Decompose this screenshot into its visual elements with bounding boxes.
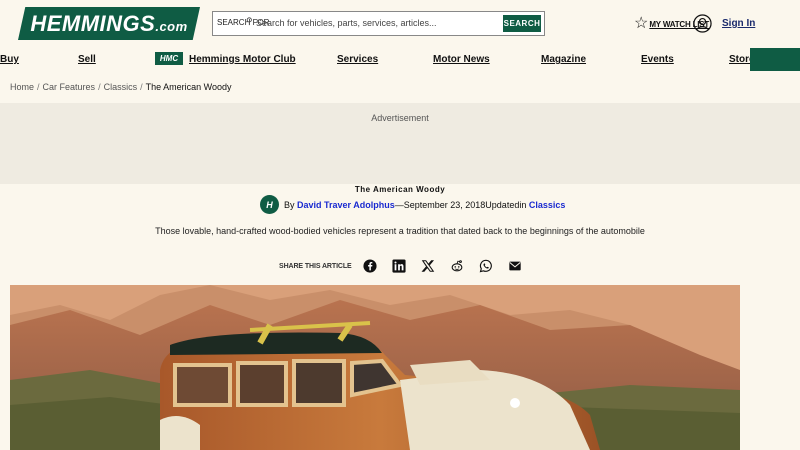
share-bar: SHARE THIS ARTICLE bbox=[279, 258, 537, 274]
advertisement-label: Advertisement bbox=[371, 113, 429, 123]
breadcrumb-sep: / bbox=[37, 82, 40, 92]
logo-suffix: .com bbox=[155, 19, 188, 34]
breadcrumb-current: The American Woody bbox=[145, 82, 232, 92]
nav-services[interactable]: Services bbox=[337, 54, 378, 65]
article-date: September 23, 2018 bbox=[403, 199, 486, 210]
nav-magazine[interactable]: Magazine bbox=[541, 54, 586, 65]
whatsapp-icon[interactable] bbox=[479, 259, 494, 274]
byline-dash: — bbox=[394, 199, 404, 210]
category-link[interactable]: Classics bbox=[529, 200, 566, 210]
article-title: The American Woody bbox=[354, 185, 446, 194]
breadcrumb-sep: / bbox=[98, 82, 101, 92]
email-icon[interactable] bbox=[508, 259, 523, 274]
byline: H By David Traver Adolphus — September 23,… bbox=[260, 195, 565, 214]
hero-image-woody-wagon bbox=[10, 285, 740, 450]
reddit-icon[interactable] bbox=[450, 259, 465, 274]
star-icon: ☆ bbox=[634, 15, 649, 32]
nav-motor-news[interactable]: Motor News bbox=[433, 54, 490, 65]
share-label: SHARE THIS ARTICLE bbox=[279, 262, 352, 270]
advertisement-slot: Advertisement bbox=[0, 103, 800, 184]
search-icon: ⚲ bbox=[246, 16, 253, 26]
nav-buy[interactable]: Buy bbox=[0, 54, 19, 65]
article-deck: Those lovable, hand-crafted wood-bodied … bbox=[155, 226, 645, 236]
x-twitter-icon[interactable] bbox=[421, 259, 436, 274]
breadcrumb-classics[interactable]: Classics bbox=[104, 82, 138, 92]
hmc-logo-icon: HMC bbox=[155, 52, 183, 65]
breadcrumb-sep: / bbox=[140, 82, 143, 92]
logo-text: HEMMINGS bbox=[30, 11, 156, 36]
nav-motor-club[interactable]: Hemmings Motor Club bbox=[189, 54, 296, 65]
nav-sell[interactable]: Sell bbox=[78, 54, 96, 65]
breadcrumb: Home / Car Features / Classics / The American … bbox=[10, 82, 231, 92]
updated-label: Updated bbox=[485, 199, 520, 210]
in-label: in bbox=[519, 199, 527, 210]
user-icon[interactable] bbox=[693, 14, 712, 33]
site-header: HEMMINGS.com SEARCH FOR ⚲ Search for veh… bbox=[0, 0, 800, 48]
search-box[interactable]: SEARCH FOR ⚲ Search for vehicles, parts,… bbox=[212, 11, 545, 36]
nav-events[interactable]: Events bbox=[641, 54, 674, 65]
facebook-icon[interactable] bbox=[363, 259, 378, 274]
main-nav: Buy Sell HMC Hemmings Motor Club Service… bbox=[0, 48, 800, 72]
author-avatar: H bbox=[260, 195, 279, 214]
hemmings-logo[interactable]: HEMMINGS.com bbox=[18, 7, 200, 40]
search-button[interactable]: SEARCH bbox=[503, 15, 541, 32]
linkedin-icon[interactable] bbox=[392, 259, 407, 274]
byline-by: By bbox=[284, 199, 295, 210]
breadcrumb-home[interactable]: Home bbox=[10, 82, 34, 92]
sign-in-link[interactable]: Sign In bbox=[722, 18, 755, 29]
nav-accent-block bbox=[750, 48, 800, 71]
search-input[interactable]: Search for vehicles, parts, services, ar… bbox=[256, 18, 437, 28]
author-link[interactable]: David Traver Adolphus bbox=[297, 200, 395, 210]
breadcrumb-car-features[interactable]: Car Features bbox=[43, 82, 96, 92]
